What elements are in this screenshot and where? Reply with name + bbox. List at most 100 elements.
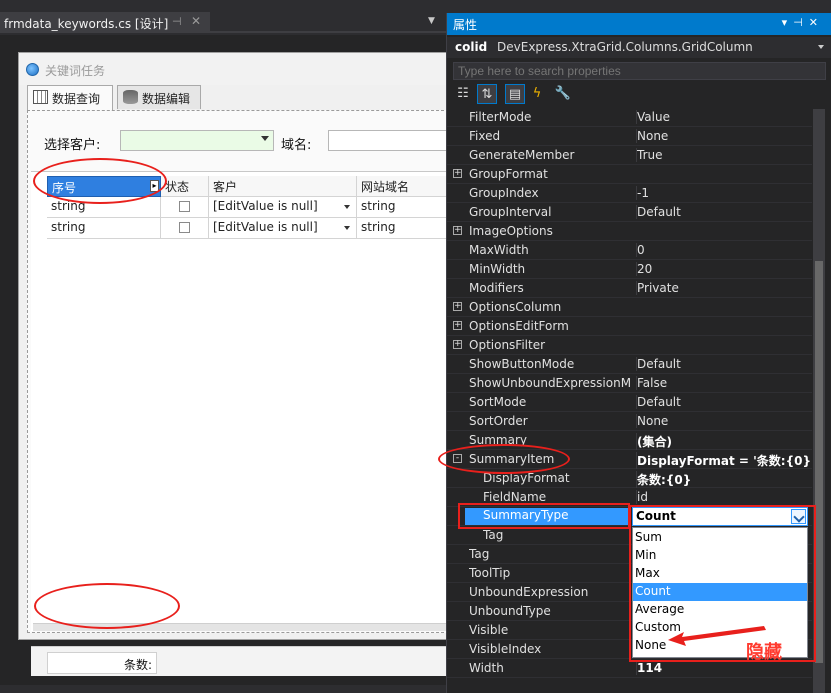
property-value[interactable]: Default [636, 205, 812, 219]
property-name: Fixed [469, 129, 501, 143]
property-value[interactable]: Value [636, 110, 812, 124]
property-row[interactable]: DisplayFormat 条数:{0} [447, 469, 812, 488]
cell-customer[interactable]: [EditValue is null] [209, 197, 357, 218]
customer-combo[interactable] [120, 130, 274, 151]
property-row[interactable]: ShowUnboundExpressionMenu False [447, 374, 812, 393]
property-row[interactable]: FieldName id [447, 488, 812, 507]
property-value[interactable]: None [636, 129, 812, 143]
column-header-label: 客户 [213, 180, 238, 194]
property-row[interactable]: Fixed None [447, 127, 812, 146]
summary-type-option-min[interactable]: Min [633, 547, 807, 565]
property-value[interactable]: Default [636, 357, 812, 371]
property-pages-icon[interactable]: 🔧 [553, 84, 573, 104]
cell-domain[interactable]: string [357, 218, 450, 239]
property-value[interactable]: 114 [636, 661, 812, 675]
summary-type-option-sum[interactable]: Sum [633, 529, 807, 547]
column-header-domain[interactable]: 网站域名 [357, 176, 450, 197]
expand-icon[interactable]: + [453, 340, 462, 349]
cell-seq[interactable]: string [47, 197, 161, 218]
property-row[interactable]: GroupInterval Default [447, 203, 812, 222]
form-tab-strip: 数据查询 数据编辑 [27, 85, 449, 110]
chevron-down-icon[interactable] [344, 226, 350, 230]
column-menu-icon[interactable]: ▸ [150, 180, 159, 192]
property-row[interactable]: Modifiers Private [447, 279, 812, 298]
pin-icon[interactable]: ⊣ [172, 15, 182, 28]
object-type: DevExpress.XtraGrid.Columns.GridColumn [497, 40, 753, 54]
expand-icon[interactable]: + [453, 321, 462, 330]
property-row[interactable]: Summary (集合) [447, 431, 812, 450]
column-header-seq[interactable]: 序号 ▸ [47, 176, 161, 197]
property-row[interactable]: SortMode Default [447, 393, 812, 412]
tab-data-query[interactable]: 数据查询 [27, 85, 113, 110]
summary-type-editor[interactable]: Count [632, 507, 808, 526]
property-row[interactable]: GenerateMember True [447, 146, 812, 165]
domain-input[interactable] [328, 130, 450, 151]
horizontal-scrollbar[interactable] [33, 623, 449, 631]
property-value[interactable]: None [636, 414, 812, 428]
chevron-down-icon[interactable] [818, 45, 824, 49]
property-row[interactable]: -SummaryItem DisplayFormat = '条数:{0}', Su… [447, 450, 812, 469]
cell-status[interactable] [161, 218, 209, 239]
checkbox[interactable] [179, 222, 190, 233]
property-name: GroupIndex [469, 186, 539, 200]
column-header-status[interactable]: 状态 [161, 176, 209, 197]
alphabetical-icon[interactable]: ⇅ [477, 84, 497, 104]
property-value[interactable]: (集合) [636, 433, 812, 450]
events-icon[interactable]: ϟ [527, 84, 547, 104]
property-row[interactable]: MinWidth 20 [447, 260, 812, 279]
property-value[interactable]: Default [636, 395, 812, 409]
property-name: Summary [469, 433, 527, 447]
panel-window-controls[interactable]: ▾⊣✕ [782, 16, 824, 29]
property-row[interactable]: ShowButtonMode Default [447, 355, 812, 374]
property-row[interactable]: + OptionsEditForm [447, 317, 812, 336]
expand-icon[interactable]: + [453, 226, 462, 235]
property-name: OptionsColumn [469, 300, 562, 314]
property-value[interactable]: 0 [636, 243, 812, 257]
cell-seq[interactable]: string [47, 218, 161, 239]
column-header-customer[interactable]: 客户 [209, 176, 357, 197]
property-value[interactable]: 20 [636, 262, 812, 276]
document-tab[interactable]: frmdata_keywords.cs [设计] ⊣ ✕ [0, 12, 210, 33]
property-row[interactable]: + OptionsFilter [447, 336, 812, 355]
scrollbar-thumb[interactable] [815, 261, 823, 663]
property-value[interactable]: -1 [636, 186, 812, 200]
property-value[interactable]: id [636, 490, 812, 504]
checkbox[interactable] [179, 201, 190, 212]
summary-type-option-count[interactable]: Count [633, 583, 807, 601]
property-name: SortOrder [469, 414, 528, 428]
chevron-down-icon[interactable] [791, 509, 806, 524]
close-icon[interactable]: ✕ [191, 14, 201, 28]
property-row[interactable]: FilterMode Value [447, 108, 812, 127]
designer-form[interactable]: 关键词任务 数据查询 数据编辑 选择客户: 域名: 序号 ▸ 状态 客户 网站域… [18, 52, 450, 676]
property-value[interactable]: DisplayFormat = '条数:{0}', SummaryType = … [636, 452, 812, 469]
property-row[interactable]: + OptionsColumn [447, 298, 812, 317]
property-row[interactable]: SortOrder None [447, 412, 812, 431]
chevron-down-icon[interactable] [261, 136, 269, 141]
expand-icon[interactable]: + [453, 302, 462, 311]
collapse-icon[interactable]: - [453, 454, 462, 463]
object-name: colid [455, 40, 488, 54]
data-grid[interactable]: 序号 ▸ 状态 客户 网站域名 string [EditValue is nul… [31, 171, 450, 631]
object-selector[interactable]: colid DevExpress.XtraGrid.Columns.GridCo… [447, 37, 831, 58]
categorized-icon[interactable]: ☷ [453, 84, 473, 104]
chevron-down-icon[interactable] [344, 205, 350, 209]
summary-type-option-max[interactable]: Max [633, 565, 807, 583]
property-value[interactable]: 条数:{0} [636, 471, 812, 488]
tab-page: 选择客户: 域名: 序号 ▸ 状态 客户 网站域名 string [EditVa… [27, 110, 450, 676]
tab-data-edit[interactable]: 数据编辑 [117, 85, 201, 109]
property-value[interactable]: True [636, 148, 812, 162]
property-row[interactable]: + GroupFormat [447, 165, 812, 184]
property-row[interactable]: MaxWidth 0 [447, 241, 812, 260]
property-row[interactable]: + ImageOptions [447, 222, 812, 241]
properties-icon[interactable]: ▤ [505, 84, 525, 104]
property-value[interactable]: False [636, 376, 812, 390]
property-search-input[interactable] [453, 62, 826, 80]
property-value[interactable]: Private [636, 281, 812, 295]
expand-icon[interactable]: + [453, 169, 462, 178]
property-row[interactable]: GroupIndex -1 [447, 184, 812, 203]
property-name: SortMode [469, 395, 527, 409]
tab-list-dropdown-icon[interactable]: ▼ [428, 16, 435, 26]
cell-domain[interactable]: string [357, 197, 450, 218]
cell-customer[interactable]: [EditValue is null] [209, 218, 357, 239]
cell-status[interactable] [161, 197, 209, 218]
